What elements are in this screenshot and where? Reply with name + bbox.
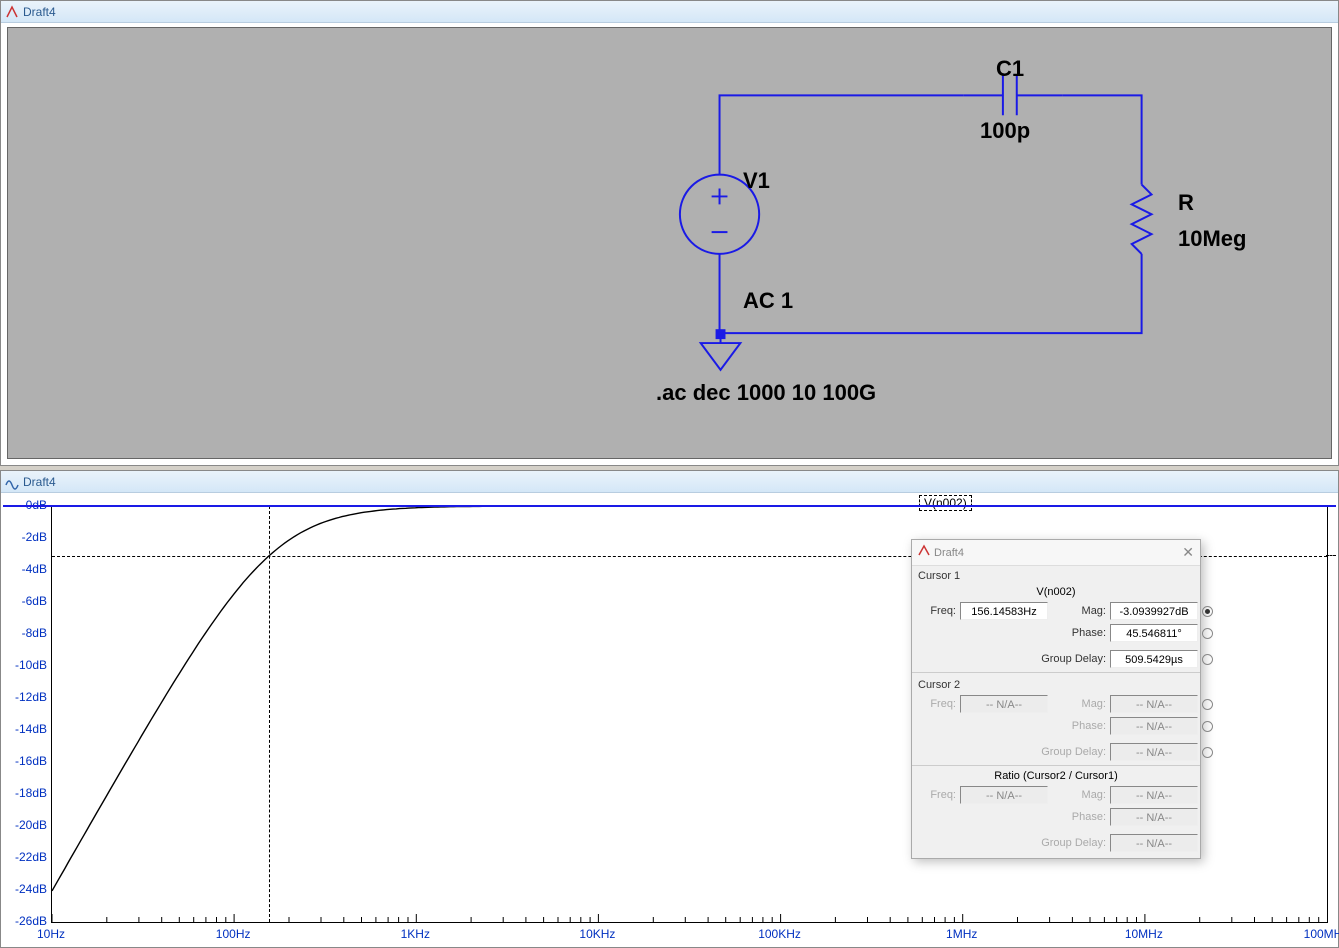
y-tick: -14dB xyxy=(5,722,47,736)
x-tick: 10KHz xyxy=(579,927,615,941)
y-tick: -26dB xyxy=(5,914,47,928)
v1-name[interactable]: V1 xyxy=(743,168,770,194)
ltspice-icon xyxy=(918,545,930,560)
x-tick: 1MHz xyxy=(946,927,977,941)
y-tick: -16dB xyxy=(5,754,47,768)
c2-phase-value: -- N/A-- xyxy=(1110,717,1198,735)
r1-value[interactable]: 10Meg xyxy=(1178,226,1246,252)
ltspice-icon xyxy=(5,5,19,19)
c1-mag-label: Mag: xyxy=(1052,605,1106,617)
y-tick: -24dB xyxy=(5,882,47,896)
y-tick: -22dB xyxy=(5,850,47,864)
c2-mag-radio[interactable] xyxy=(1202,699,1213,710)
c2-freq-label: Freq: xyxy=(918,698,956,710)
y-tick: -20dB xyxy=(5,818,47,832)
y-tick: -8dB xyxy=(5,626,47,640)
ratio-mag-label: Mag: xyxy=(1052,789,1106,801)
ratio-phase-value: -- N/A-- xyxy=(1110,808,1198,826)
c2-mag-label: Mag: xyxy=(1052,698,1106,710)
x-tick: 10Hz xyxy=(37,927,65,941)
plot-titlebar[interactable]: Draft4 xyxy=(1,471,1338,493)
c1-freq-value[interactable]: 156.14583Hz xyxy=(960,602,1048,620)
cursor-vertical[interactable] xyxy=(269,506,270,922)
cursor2-section-label: Cursor 2 xyxy=(912,675,1200,693)
c1-phase-label: Phase: xyxy=(1052,627,1106,639)
y-tick: -6dB xyxy=(5,594,47,608)
cursor1-section-label: Cursor 1 xyxy=(912,566,1200,584)
x-tick: 100MHz xyxy=(1304,927,1339,941)
y-tick: -10dB xyxy=(5,658,47,672)
ratio-mag-value: -- N/A-- xyxy=(1110,786,1198,804)
c1-name[interactable]: C1 xyxy=(996,56,1024,82)
c2-mag-value: -- N/A-- xyxy=(1110,695,1198,713)
c1-phase-radio[interactable] xyxy=(1202,628,1213,639)
r1-name[interactable]: R xyxy=(1178,190,1194,216)
x-tick: 100KHz xyxy=(758,927,801,941)
c2-gd-label: Group Delay: xyxy=(960,746,1106,758)
y-tick: -18dB xyxy=(5,786,47,800)
ratio-phase-label: Phase: xyxy=(1052,811,1106,823)
schematic-titlebar[interactable]: Draft4 xyxy=(1,1,1338,23)
waveform-icon xyxy=(5,475,19,489)
cursor-dialog-titlebar[interactable]: Draft4 ✕ xyxy=(912,540,1200,566)
c1-gd-radio[interactable] xyxy=(1202,654,1213,665)
c2-gd-value: -- N/A-- xyxy=(1110,743,1198,761)
x-tick: 10MHz xyxy=(1125,927,1163,941)
schematic-window: Draft4 xyxy=(0,0,1339,466)
cursor1-trace: V(n002) xyxy=(912,584,1200,600)
ratio-gd-value: -- N/A-- xyxy=(1110,834,1198,852)
x-tick: 1KHz xyxy=(401,927,430,941)
close-icon[interactable]: ✕ xyxy=(1182,544,1194,561)
c1-gd-label: Group Delay: xyxy=(960,653,1106,665)
ratio-gd-label: Group Delay: xyxy=(960,837,1106,849)
c2-phase-label: Phase: xyxy=(1052,720,1106,732)
x-tick: 100Hz xyxy=(216,927,251,941)
schematic-canvas[interactable]: V1 AC 1 C1 100p R 10Meg .ac dec 1000 10 … xyxy=(7,27,1332,459)
y-tick: -12dB xyxy=(5,690,47,704)
c2-gd-radio[interactable] xyxy=(1202,747,1213,758)
c1-gd-value[interactable]: 509.5429µs xyxy=(1110,650,1198,668)
c1-phase-value[interactable]: 45.546811° xyxy=(1110,624,1198,642)
cursor-dialog-title: Draft4 xyxy=(934,547,964,559)
c1-value[interactable]: 100p xyxy=(980,118,1030,144)
c1-freq-label: Freq: xyxy=(918,605,956,617)
plot-window: Draft4 V(n002) 0dB-2dB-4dB-6dB-8dB-10dB-… xyxy=(0,470,1339,948)
ratio-freq-value: -- N/A-- xyxy=(960,786,1048,804)
c2-freq-value: -- N/A-- xyxy=(960,695,1048,713)
c1-mag-value[interactable]: -3.0939927dB xyxy=(1110,602,1198,620)
y-tick: -2dB xyxy=(5,530,47,544)
plot-title: Draft4 xyxy=(23,475,56,489)
cursor-dialog[interactable]: Draft4 ✕ Cursor 1 V(n002) Freq: 156.1458… xyxy=(911,539,1201,859)
ratio-section-label: Ratio (Cursor2 / Cursor1) xyxy=(912,768,1200,784)
v1-value[interactable]: AC 1 xyxy=(743,288,793,314)
spice-directive[interactable]: .ac dec 1000 10 100G xyxy=(656,380,876,406)
y-tick: -4dB xyxy=(5,562,47,576)
schematic-title: Draft4 xyxy=(23,5,56,19)
c1-mag-radio[interactable] xyxy=(1202,606,1213,617)
c2-phase-radio[interactable] xyxy=(1202,721,1213,732)
ratio-freq-label: Freq: xyxy=(918,789,956,801)
